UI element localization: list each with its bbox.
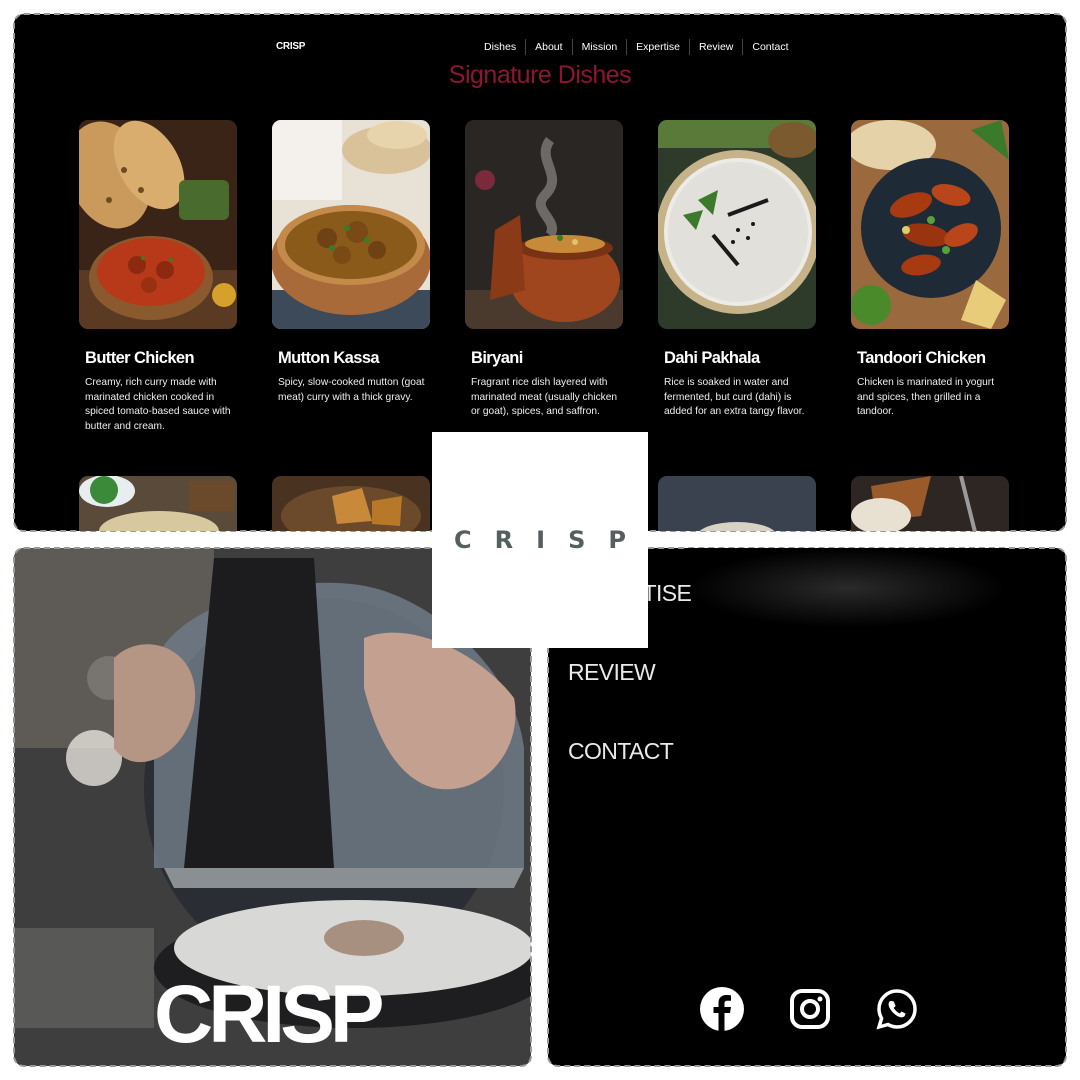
dish-photo <box>465 120 623 329</box>
dish-description: Chicken is marinated in yogurt and spice… <box>857 377 995 418</box>
nav-dishes[interactable]: Dishes <box>475 39 525 55</box>
whatsapp-icon[interactable] <box>874 986 920 1032</box>
nav-expertise[interactable]: Expertise <box>626 39 689 55</box>
dish-name: Tandoori Chicken <box>857 349 986 367</box>
nav-about[interactable]: About <box>525 39 571 55</box>
site-logo[interactable]: CRISP <box>276 41 305 52</box>
facebook-icon[interactable] <box>699 986 745 1032</box>
dish-name: Biryani <box>471 349 523 367</box>
instagram-icon[interactable] <box>787 986 833 1032</box>
dish-photo <box>851 120 1009 329</box>
dish-photo <box>658 120 816 329</box>
section-title: Signature Dishes <box>448 61 632 89</box>
menu-item-contact[interactable]: CONTACT <box>568 738 674 765</box>
brand-badge: CRISP <box>432 432 648 648</box>
main-nav: Dishes About Mission Expertise Review Co… <box>475 39 798 55</box>
dish-description: Fragrant rice dish layered with marinate… <box>471 377 618 418</box>
dish-description: Creamy, rich curry made with marinated c… <box>85 377 231 432</box>
badge-text: CRISP <box>454 526 649 554</box>
dish-description: Spicy, slow-cooked mutton (goat meat) cu… <box>278 377 425 403</box>
nav-contact[interactable]: Contact <box>742 39 797 55</box>
dish-photo <box>79 120 237 329</box>
dish-photo[interactable] <box>658 476 816 531</box>
dish-photo[interactable] <box>272 476 430 531</box>
dish-name: Dahi Pakhala <box>664 349 760 367</box>
nav-review[interactable]: Review <box>688 39 742 55</box>
dish-name: Mutton Kassa <box>278 349 380 367</box>
menu-item-review[interactable]: REVIEW <box>568 659 656 686</box>
dish-description: Rice is soaked in water and fermented, b… <box>664 377 805 418</box>
dish-name: Butter Chicken <box>85 349 195 367</box>
dish-photo <box>272 120 430 329</box>
dish-photo[interactable] <box>79 476 237 531</box>
nav-mission[interactable]: Mission <box>571 39 627 55</box>
menu-glow <box>688 548 1008 628</box>
dish-photo[interactable] <box>851 476 1009 531</box>
video-logo: CRISP <box>154 969 385 1060</box>
